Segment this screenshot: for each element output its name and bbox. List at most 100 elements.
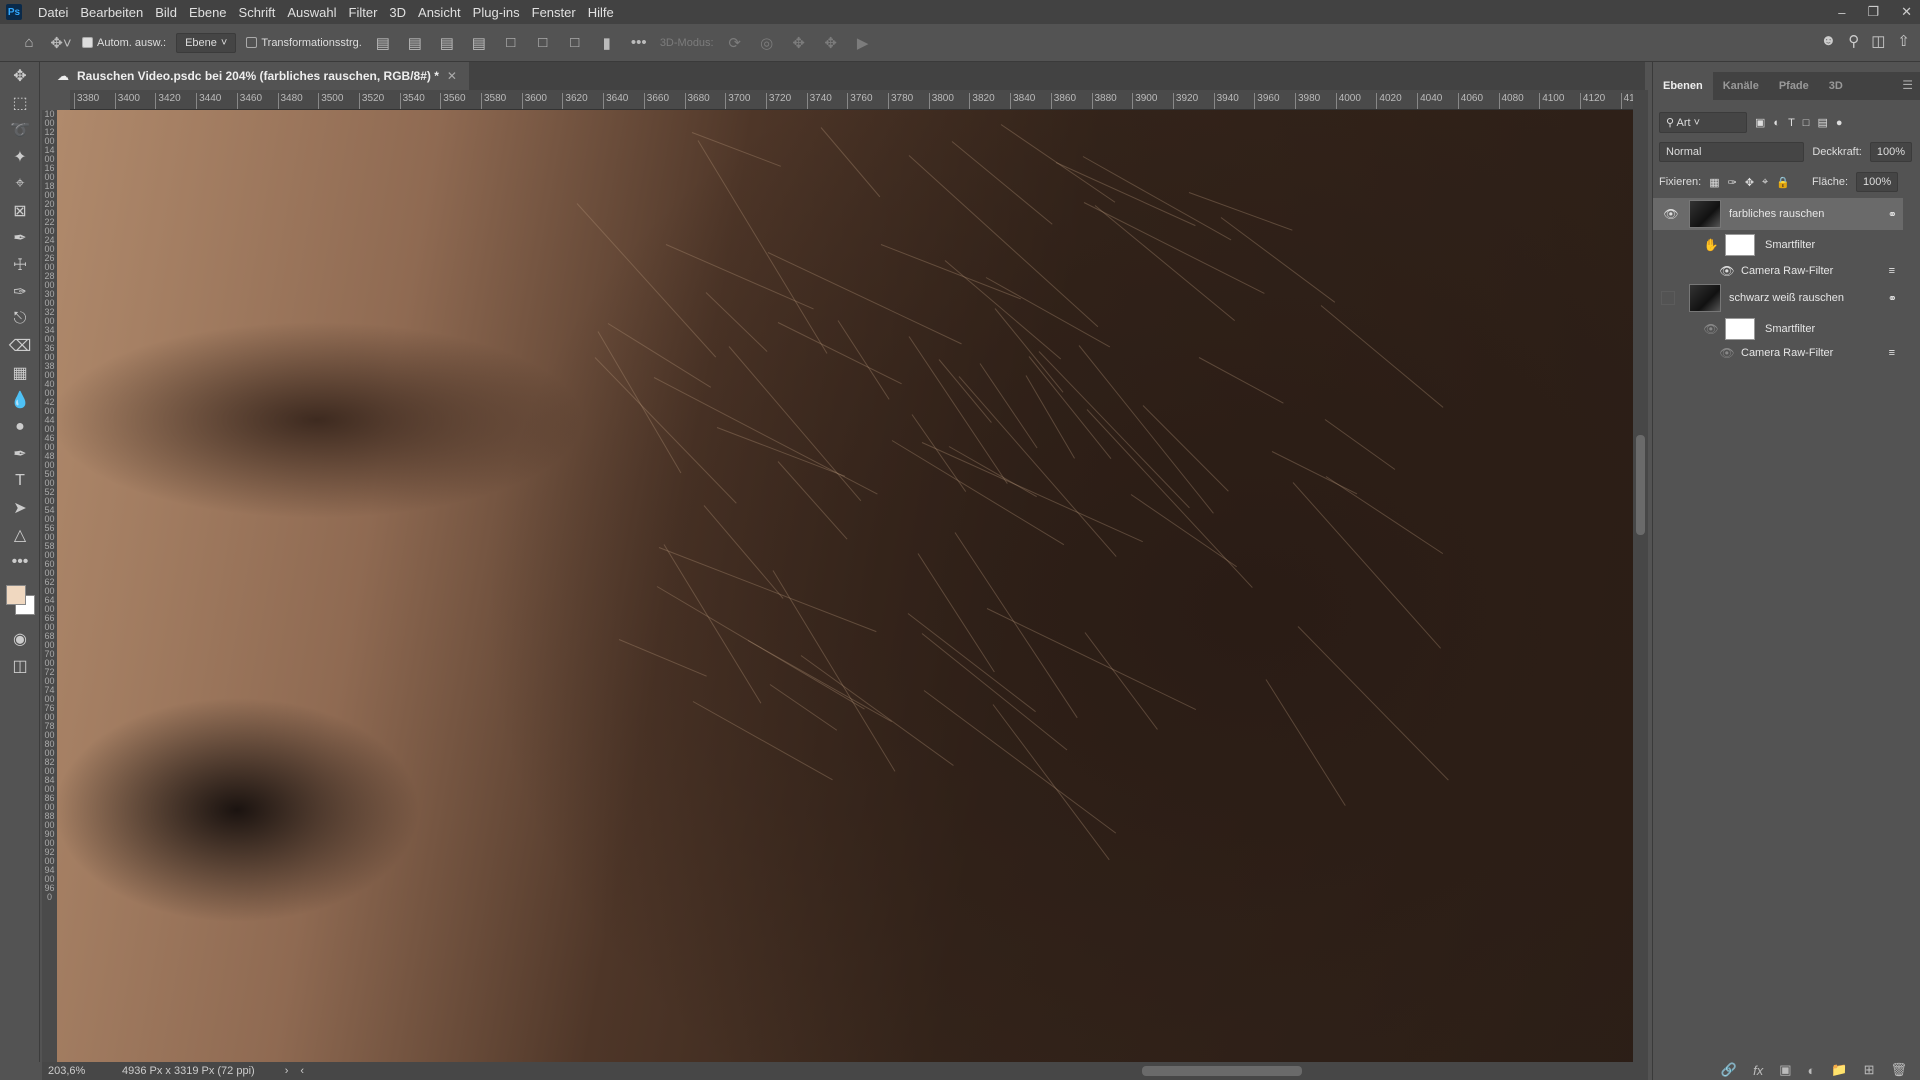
menu-datei[interactable]: Datei <box>32 5 74 20</box>
transform-controls-checkbox[interactable]: Transformationsstrg. <box>246 37 362 49</box>
adjustment-filter-icon[interactable]: ◐ <box>1773 117 1780 129</box>
blur-tool-icon[interactable]: 💧 <box>0 386 40 413</box>
type-filter-icon[interactable]: T <box>1788 117 1795 129</box>
filter-row[interactable]: 👁 Camera Raw-Filter ≡ <box>1653 342 1903 364</box>
frame-tool-icon[interactable]: ⊠ <box>0 197 40 224</box>
menu-schrift[interactable]: Schrift <box>233 5 282 20</box>
visibility-eye-icon[interactable]: 👁 <box>1717 346 1737 360</box>
align-left-icon[interactable]: ▤ <box>372 34 394 52</box>
scroll-left-icon[interactable]: ‹ <box>300 1065 304 1077</box>
more-options-icon[interactable]: ••• <box>628 34 650 51</box>
shape-filter-icon[interactable]: □ <box>1803 117 1810 129</box>
3d-slide-icon[interactable]: ✥ <box>820 34 842 52</box>
stamp-tool-icon[interactable]: ⎋ <box>0 305 40 332</box>
3d-pan-icon[interactable]: ✥ <box>788 34 810 52</box>
gradient-tool-icon[interactable]: ▦ <box>0 359 40 386</box>
more-tools-icon[interactable]: ••• <box>0 548 40 575</box>
new-group-icon[interactable]: 📁 <box>1831 1062 1847 1078</box>
link-layers-icon[interactable]: 🔗 <box>1721 1062 1737 1078</box>
smart-filter-toggle-icon[interactable]: ⚭ <box>1888 208 1897 221</box>
3d-camera-icon[interactable]: ▶ <box>852 34 874 52</box>
filter-toggle[interactable]: ● <box>1836 117 1843 129</box>
visibility-toggle-off[interactable] <box>1661 291 1675 305</box>
lock-position-icon[interactable]: ✥ <box>1745 176 1754 189</box>
layer-filter-dropdown[interactable]: ⚲ Art ˅ <box>1659 112 1747 133</box>
delete-layer-icon[interactable]: 🗑 <box>1890 1062 1907 1078</box>
align-middle-icon[interactable]: □ <box>532 34 554 51</box>
distribute-vertical-icon[interactable]: ▮ <box>596 34 618 52</box>
fx-icon[interactable]: fx <box>1753 1063 1763 1078</box>
opacity-field[interactable]: 100% <box>1869 142 1912 162</box>
minimize-icon[interactable]: – <box>1838 5 1845 20</box>
smart-filter-toggle-icon[interactable]: ⚭ <box>1888 292 1897 305</box>
menu-auswahl[interactable]: Auswahl <box>281 5 342 20</box>
smartfilter-row[interactable]: 👁 Smartfilter <box>1653 316 1903 342</box>
crop-tool-icon[interactable]: ⌖ <box>0 170 40 197</box>
scroll-thumb[interactable] <box>1636 435 1645 535</box>
move-tool-icon[interactable]: ✥˅ <box>50 34 72 52</box>
workspace-icon[interactable]: ◫ <box>1871 32 1885 50</box>
menu-bearbeiten[interactable]: Bearbeiten <box>74 5 149 20</box>
adjustment-layer-icon[interactable]: ◐ <box>1808 1063 1816 1078</box>
tab-3d[interactable]: 3D <box>1819 72 1853 100</box>
align-center-icon[interactable]: ▤ <box>404 34 426 52</box>
layer-row[interactable]: schwarz weiß rauschen ⚭ <box>1653 282 1903 314</box>
menu-ebene[interactable]: Ebene <box>183 5 233 20</box>
align-right-icon[interactable]: ▤ <box>436 34 458 52</box>
menu-fenster[interactable]: Fenster <box>526 5 582 20</box>
auto-select-target-dropdown[interactable]: Ebene ˅ <box>176 32 237 53</box>
horizontal-scroll-thumb[interactable] <box>1142 1066 1302 1076</box>
layer-row[interactable]: 👁 farbliches rauschen ⚭ <box>1653 198 1903 230</box>
menu-plugins[interactable]: Plug-ins <box>467 5 526 20</box>
align-top-icon[interactable]: □ <box>500 34 522 51</box>
lasso-tool-icon[interactable]: ➰ <box>0 116 40 143</box>
3d-roll-icon[interactable]: ◎ <box>756 34 778 52</box>
lock-artboard-icon[interactable]: ⌖ <box>1762 176 1768 189</box>
share-icon[interactable]: ⇧ <box>1897 32 1910 50</box>
document-tab[interactable]: ☁ Rauschen Video.psdc bei 204% (farblich… <box>45 62 469 90</box>
fill-field[interactable]: 100% <box>1856 172 1899 192</box>
smartfilter-row[interactable]: ✋ Smartfilter <box>1653 232 1903 258</box>
restore-icon[interactable]: ❐ <box>1867 4 1879 20</box>
dodge-tool-icon[interactable]: ● <box>0 413 40 440</box>
zoom-level[interactable]: 203,6% <box>42 1065 92 1077</box>
filter-row[interactable]: 👁 Camera Raw-Filter ≡ <box>1653 260 1903 282</box>
marquee-tool-icon[interactable]: ⬚ <box>0 89 40 116</box>
filter-options-icon[interactable]: ≡ <box>1889 265 1895 277</box>
menu-bild[interactable]: Bild <box>149 5 183 20</box>
menu-hilfe[interactable]: Hilfe <box>582 5 620 20</box>
add-mask-icon[interactable]: ▣ <box>1779 1062 1791 1078</box>
pixel-filter-icon[interactable]: ▣ <box>1755 116 1765 129</box>
visibility-eye-icon[interactable]: 👁 <box>1661 207 1681 221</box>
lock-pixels-icon[interactable]: ✑ <box>1728 176 1737 189</box>
brush-tool-icon[interactable]: ✑ <box>0 278 40 305</box>
smartobject-filter-icon[interactable]: ▤ <box>1817 116 1827 129</box>
3d-rotate-icon[interactable]: ⟳ <box>724 34 746 52</box>
healing-brush-tool-icon[interactable]: ☩ <box>0 251 40 278</box>
tab-kanaele[interactable]: Kanäle <box>1713 72 1769 100</box>
magic-wand-tool-icon[interactable]: ✦ <box>0 143 40 170</box>
visibility-eye-icon[interactable]: 👁 <box>1717 264 1737 278</box>
tab-pfade[interactable]: Pfade <box>1769 72 1819 100</box>
menu-filter[interactable]: Filter <box>343 5 384 20</box>
path-selection-tool-icon[interactable]: ➤ <box>0 494 40 521</box>
pen-tool-icon[interactable]: ✒ <box>0 440 40 467</box>
status-menu-icon[interactable]: › <box>285 1065 289 1077</box>
align-bottom-icon[interactable]: □ <box>564 34 586 51</box>
quick-mask-icon[interactable]: ◉ <box>0 625 40 652</box>
blend-mode-dropdown[interactable]: Normal <box>1659 142 1805 162</box>
close-tab-icon[interactable]: ✕ <box>447 69 457 83</box>
type-tool-icon[interactable]: T <box>0 467 40 494</box>
auto-select-checkbox[interactable]: Autom. ausw.: <box>82 37 166 49</box>
image-canvas[interactable] <box>57 110 1633 1062</box>
panel-menu-icon[interactable]: ☰ <box>1894 72 1920 100</box>
foreground-color-swatch[interactable] <box>6 585 26 605</box>
menu-ansicht[interactable]: Ansicht <box>412 5 467 20</box>
visibility-eye-icon[interactable]: 👁 <box>1701 322 1721 336</box>
search-icon[interactable]: ⚲ <box>1848 32 1859 50</box>
distribute-icon[interactable]: ▤ <box>468 34 490 52</box>
lock-transparency-icon[interactable]: ▦ <box>1709 176 1719 189</box>
tab-ebenen[interactable]: Ebenen <box>1653 72 1713 100</box>
new-layer-icon[interactable]: ⊞ <box>1864 1062 1875 1078</box>
learn-icon[interactable]: ☻ <box>1820 32 1836 50</box>
